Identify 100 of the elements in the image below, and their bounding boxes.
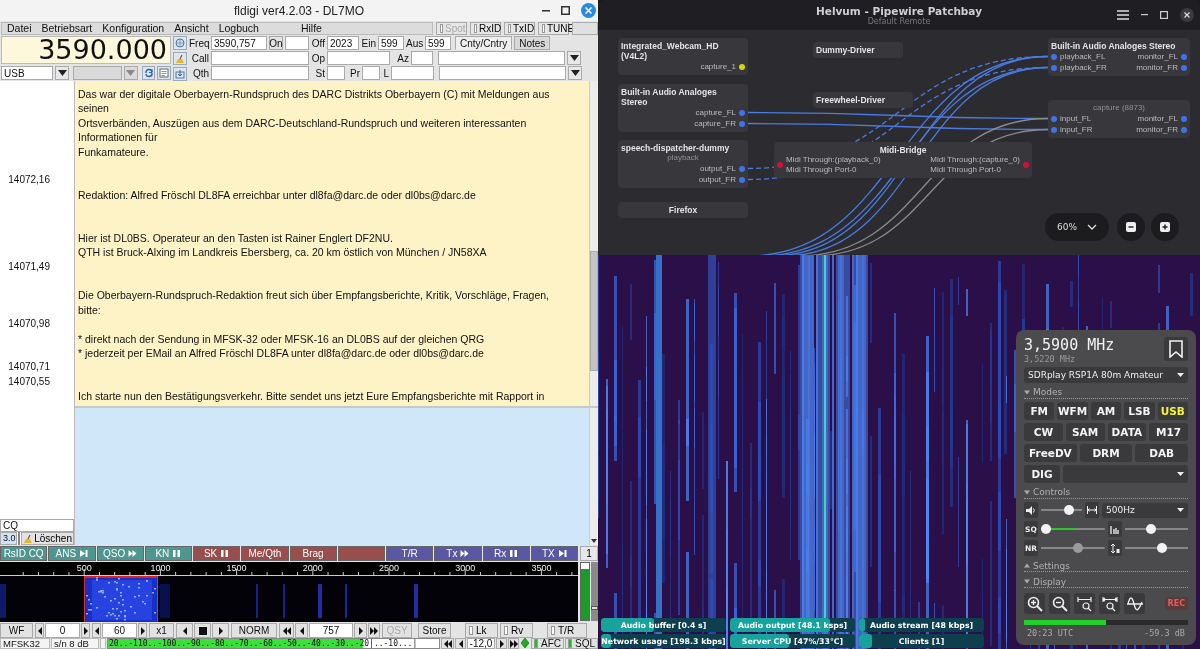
time-on-field[interactable] <box>285 36 309 50</box>
mode-button[interactable]: FreeDV <box>1024 443 1077 462</box>
span-fit-button[interactable] <box>1099 593 1120 615</box>
port-dot[interactable] <box>1051 53 1057 60</box>
mode-button[interactable]: USB <box>1157 401 1189 420</box>
control-button[interactable]: x1 <box>149 623 174 638</box>
checkbox[interactable]: T/R <box>547 623 587 638</box>
frequency-field[interactable]: 3590,757 <box>211 36 267 50</box>
port-dot[interactable] <box>1051 126 1057 133</box>
slider-thumb[interactable] <box>1145 524 1156 535</box>
control-button[interactable]: WF <box>0 623 33 638</box>
rst-out-field[interactable]: 599 <box>425 36 451 50</box>
port-dot[interactable] <box>739 109 745 116</box>
port-dot[interactable] <box>739 120 745 127</box>
mode-button[interactable]: AM <box>1090 401 1122 420</box>
toggle-button[interactable]: TxID <box>504 22 535 35</box>
indicator[interactable]: AFC <box>531 638 564 649</box>
decrease-button[interactable] <box>279 623 294 638</box>
macro-button[interactable] <box>337 546 385 561</box>
play-button[interactable] <box>212 623 229 638</box>
macro-button[interactable]: T/R <box>386 546 434 561</box>
value-field[interactable]: 60 <box>102 623 137 638</box>
mode-button[interactable]: LSB <box>1124 401 1155 420</box>
bookmark-button[interactable] <box>1164 337 1188 361</box>
squelch-slider[interactable] <box>591 562 598 621</box>
mode-button[interactable]: DRM <box>1079 443 1133 462</box>
section-header[interactable]: Modes <box>1024 386 1188 399</box>
dropdown-button[interactable] <box>55 66 70 80</box>
section-header[interactable]: Settings <box>1024 560 1188 573</box>
control-button[interactable]: NORM <box>231 623 277 638</box>
zoom-dropdown[interactable]: 60% <box>1045 213 1109 241</box>
checkbox[interactable]: Rv <box>500 623 533 638</box>
stop-button[interactable] <box>194 623 211 638</box>
tab[interactable]: Notes <box>514 36 551 50</box>
refresh-button[interactable] <box>141 66 156 80</box>
slider-thumb[interactable] <box>1041 524 1051 535</box>
mode-button[interactable]: WFM <box>1057 401 1088 420</box>
slider-thumb[interactable] <box>1156 543 1167 554</box>
font-size-field[interactable]: 3.0 <box>0 532 17 545</box>
dropdown-field[interactable] <box>438 51 565 65</box>
profile-dropdown[interactable]: SDRplay RSP1A 80m Amateur <box>1024 367 1188 383</box>
mode-button[interactable]: M17 <box>1149 422 1188 441</box>
call-input[interactable]: CQ <box>0 519 74 532</box>
value-field[interactable]: 757 <box>309 623 353 638</box>
span-zoom-button[interactable] <box>1074 593 1095 615</box>
port-dot[interactable] <box>1023 162 1029 168</box>
increase-button[interactable] <box>138 623 147 638</box>
back-button[interactable] <box>176 623 193 638</box>
increase-button[interactable] <box>368 623 380 638</box>
state-field[interactable] <box>327 66 345 80</box>
operator-field[interactable] <box>327 51 390 65</box>
mode-button[interactable]: DAB <box>1135 443 1188 462</box>
menu-item[interactable]: Ansicht <box>169 23 214 34</box>
tab[interactable]: Cnty/Cntry <box>455 36 513 50</box>
menu-item[interactable]: Konfiguration <box>97 23 170 34</box>
zoom-in-button[interactable] <box>1151 213 1179 241</box>
mode-button[interactable]: DIG <box>1024 464 1060 483</box>
slider-thumb[interactable] <box>1064 505 1075 516</box>
mode-button[interactable]: DATA <box>1107 422 1147 441</box>
dropdown-button[interactable] <box>567 51 581 65</box>
increase-button[interactable] <box>496 638 507 649</box>
decrease-button[interactable] <box>35 623 44 638</box>
macro-button[interactable]: Brag <box>289 546 337 561</box>
menu-item[interactable]: Betriebsart <box>36 23 98 34</box>
port-dot[interactable] <box>1051 64 1057 71</box>
mode-button[interactable]: SAM <box>1065 422 1105 441</box>
port-dot[interactable] <box>1181 53 1187 60</box>
slider-thumb[interactable] <box>591 606 598 610</box>
time-off-field[interactable]: 2023 <box>327 36 359 50</box>
mode-button[interactable]: FM <box>1024 401 1055 420</box>
mute-button[interactable] <box>1024 502 1038 519</box>
value-field[interactable]: 0 <box>45 623 80 638</box>
waveform-button[interactable] <box>1124 593 1145 615</box>
zoom-out-button[interactable] <box>1117 213 1145 241</box>
dropdown-button[interactable] <box>568 66 582 80</box>
bandwidth-dropdown[interactable]: 500Hz <box>1102 502 1188 518</box>
indicator[interactable]: SQL <box>565 638 598 649</box>
port-dot[interactable] <box>1181 64 1187 71</box>
offset-field[interactable]: -12,0 <box>467 638 495 649</box>
macro-button[interactable]: SK <box>193 546 241 561</box>
section-header[interactable]: Display <box>1024 576 1188 589</box>
mode-button[interactable]: CW <box>1024 422 1063 441</box>
zoom-out-button[interactable] <box>1049 593 1070 615</box>
macro-button[interactable]: Tx <box>434 546 482 561</box>
port-dot[interactable] <box>1181 126 1187 133</box>
qth-field[interactable] <box>211 66 309 80</box>
level-button[interactable] <box>1107 521 1122 538</box>
macro-button[interactable]: Me/Qth <box>241 546 289 561</box>
section-header[interactable]: Controls <box>1024 486 1188 500</box>
toggle-button[interactable]: RxID <box>470 22 501 35</box>
macro-button[interactable]: Rx <box>482 546 530 561</box>
on-button[interactable]: On <box>269 36 283 50</box>
decrease-button[interactable] <box>295 623 308 638</box>
port-dot[interactable] <box>1181 115 1187 122</box>
clear-button[interactable]: Löschen <box>21 532 74 545</box>
increase-button[interactable] <box>508 638 519 649</box>
increase-button[interactable] <box>81 623 90 638</box>
locator-field[interactable] <box>391 66 434 80</box>
control-button[interactable]: Store <box>418 623 451 638</box>
rst-in-field[interactable]: 599 <box>378 36 404 50</box>
